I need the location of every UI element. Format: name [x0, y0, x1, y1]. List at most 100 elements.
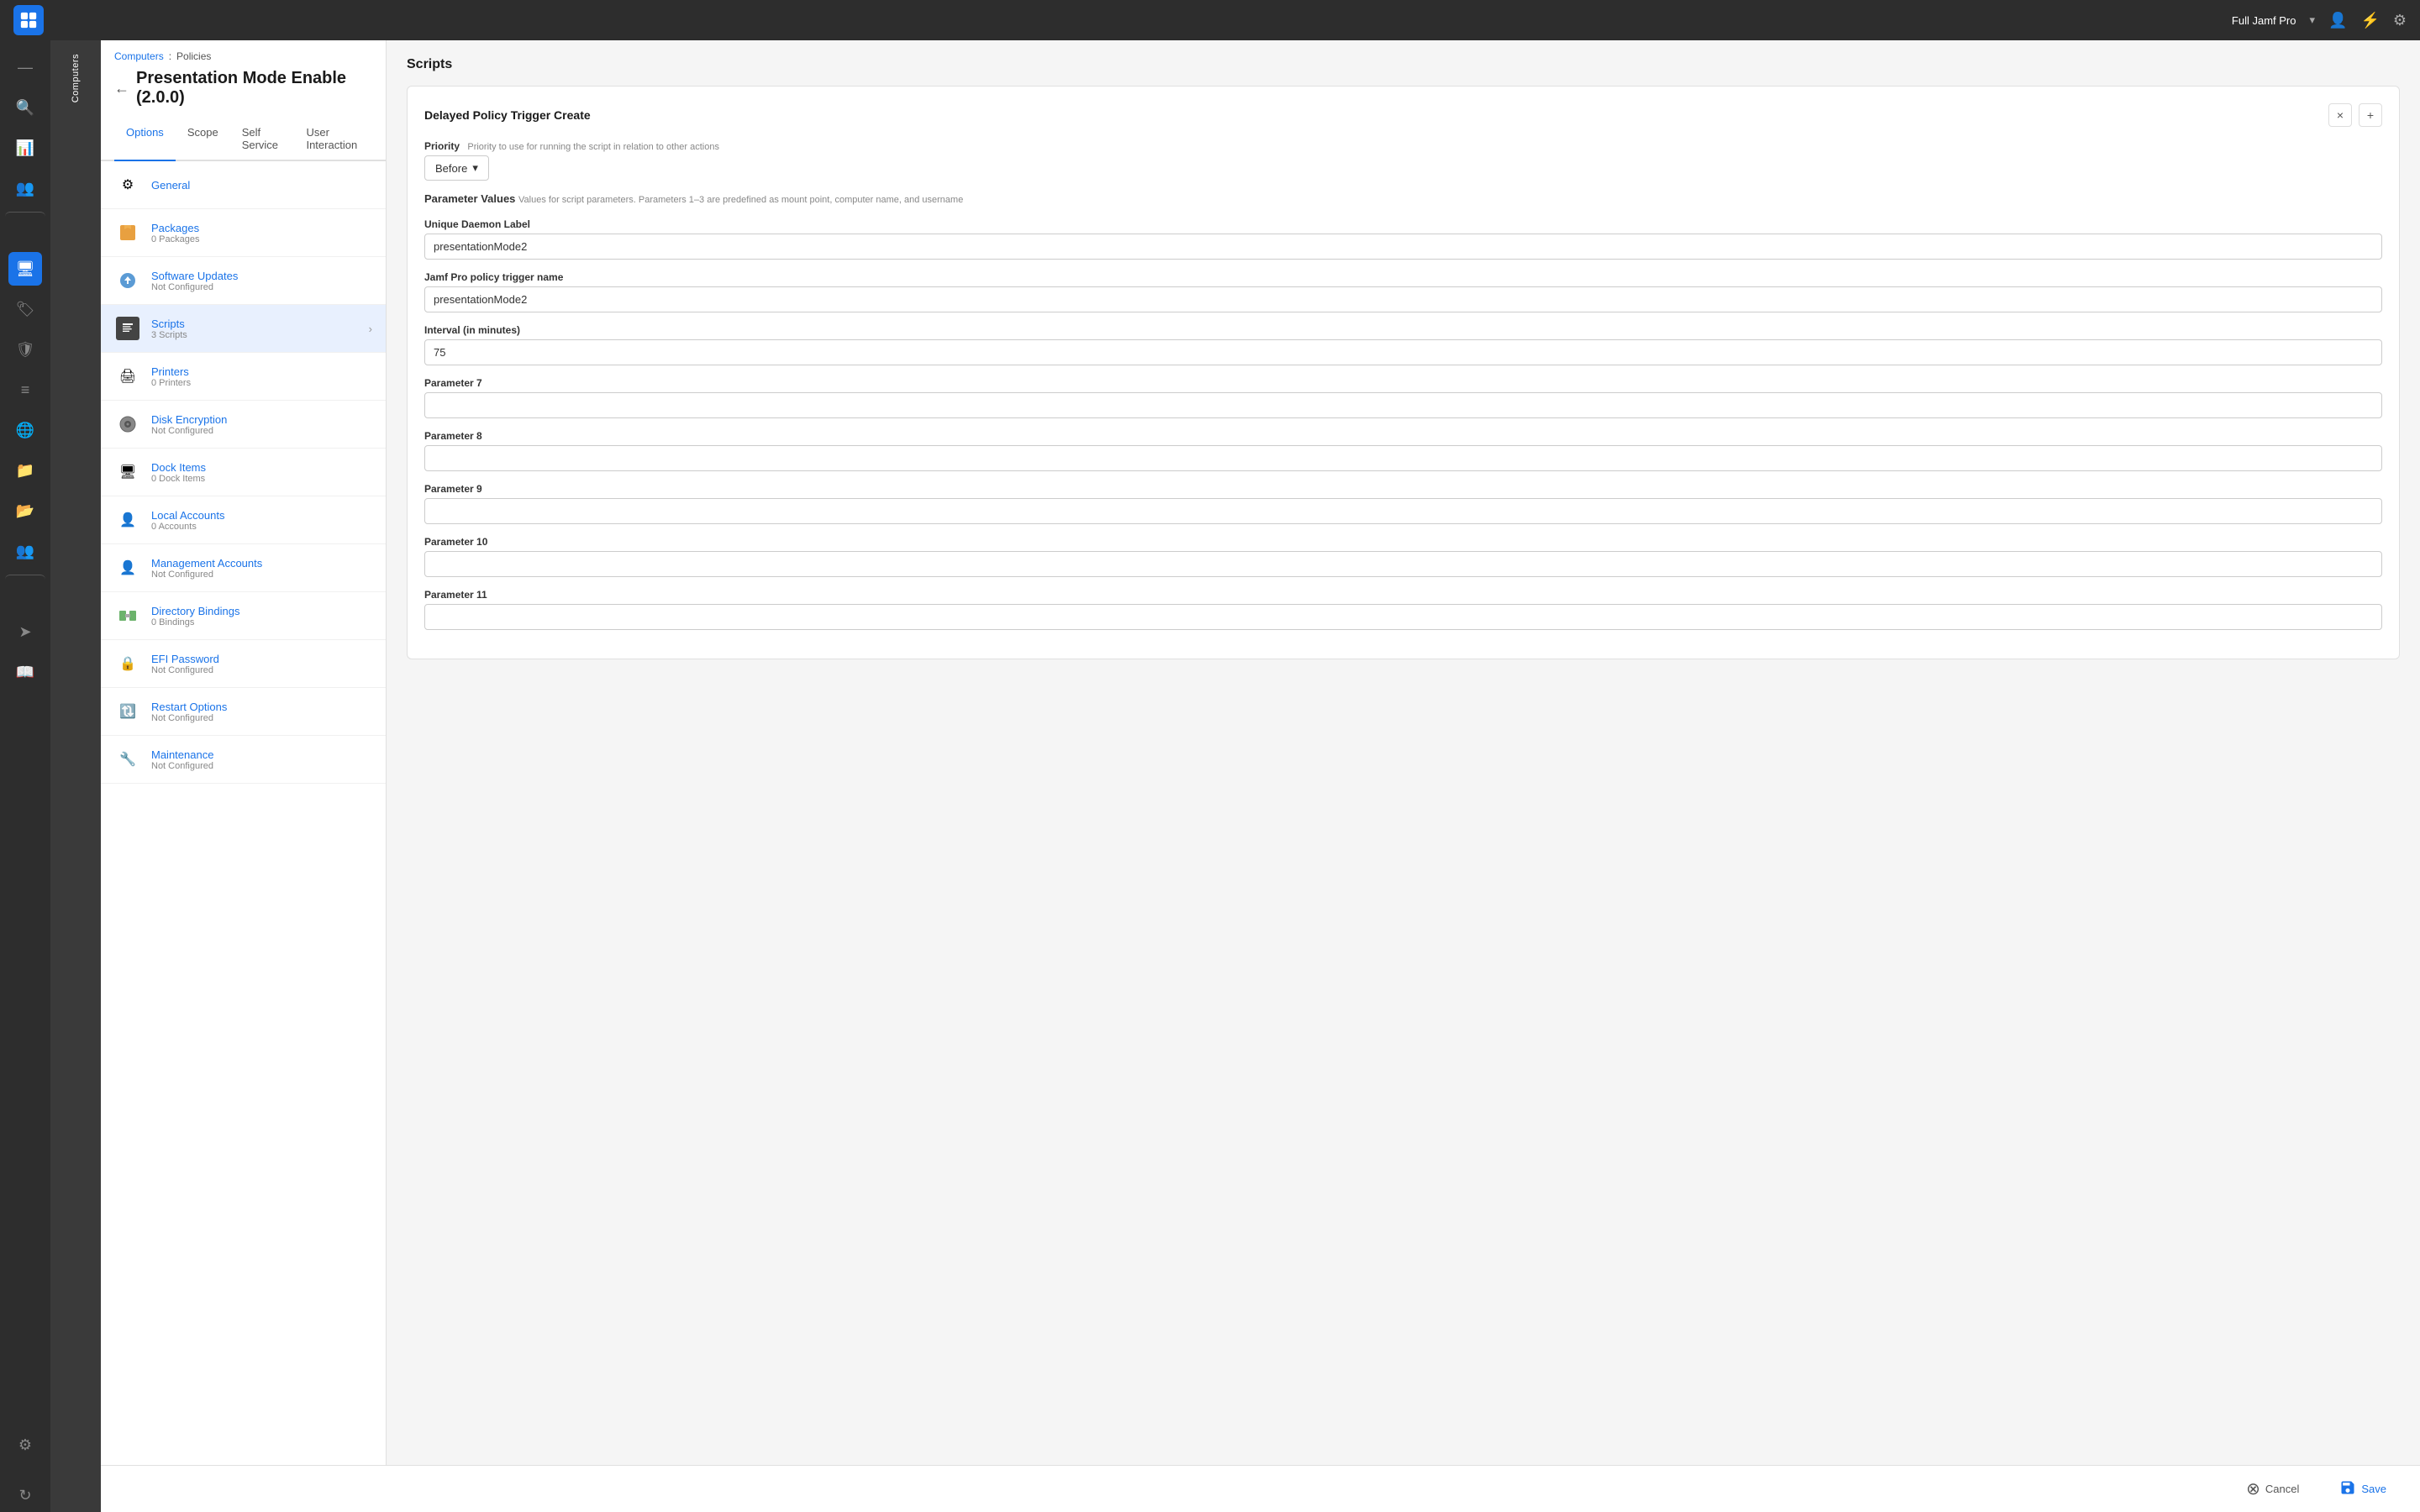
tab-options[interactable]: Options [114, 118, 176, 161]
rail-icon-folder[interactable]: 📁 [8, 454, 42, 487]
unique-daemon-label-group: Unique Daemon Label [424, 218, 2382, 260]
priority-chevron-icon: ▾ [472, 161, 478, 175]
rail-icon-globe[interactable]: 🌐 [8, 413, 42, 447]
param9-label: Parameter 9 [424, 483, 2382, 495]
maintenance-sub: Not Configured [151, 761, 372, 771]
cancel-button[interactable]: ⊗ Cancel [2233, 1472, 2312, 1506]
script-card-header: Delayed Policy Trigger Create × + [424, 103, 2382, 127]
scripts-arrow-icon: › [369, 323, 372, 335]
param9-group: Parameter 9 [424, 483, 2382, 524]
cancel-label: Cancel [2265, 1483, 2299, 1495]
rail-icon-divider2 [5, 575, 45, 608]
rail-icon-book[interactable]: 📖 [8, 655, 42, 689]
param11-input[interactable] [424, 604, 2382, 630]
user-icon[interactable]: 👤 [2328, 12, 2347, 29]
rail-icon-chart[interactable]: 📊 [8, 131, 42, 165]
dock-items-title: Dock Items [151, 461, 372, 474]
packages-sub: 0 Packages [151, 234, 372, 244]
sidebar-item-disk-encryption[interactable]: Disk Encryption Not Configured [101, 401, 386, 449]
breadcrumb-sep: : [169, 50, 171, 62]
scripts-sub: 3 Scripts [151, 330, 359, 340]
rail-icon-dash[interactable]: — [8, 50, 42, 84]
priority-field-group: Priority Priority to use for running the… [424, 140, 2382, 181]
rail-icon-folder2[interactable]: 📂 [8, 494, 42, 528]
param9-input[interactable] [424, 498, 2382, 524]
left-sidebar: Computers [50, 40, 101, 1512]
icon-rail: — 🔍 📊 👥 🖥 🏷 🛡 ≡ 🌐 📁 📂 👥 ➤ 📖 ⚙ ↻ [0, 40, 50, 1512]
app-name-dropdown-arrow[interactable]: ▾ [2309, 13, 2315, 27]
rail-icon-people[interactable]: 👥 [8, 534, 42, 568]
app-logo[interactable] [13, 5, 44, 35]
param10-input[interactable] [424, 551, 2382, 577]
disk-encryption-icon [114, 411, 141, 438]
disk-encryption-title: Disk Encryption [151, 413, 372, 426]
rail-icon-arrow[interactable]: ➤ [8, 615, 42, 648]
rail-icon-shield[interactable]: 🛡 [8, 333, 42, 366]
settings-icon[interactable]: ⚙ [2393, 12, 2407, 29]
directory-bindings-icon [114, 602, 141, 629]
management-accounts-sub: Not Configured [151, 570, 372, 580]
unique-daemon-label-label: Unique Daemon Label [424, 218, 2382, 230]
param8-group: Parameter 8 [424, 430, 2382, 471]
rail-icon-users[interactable]: 👥 [8, 171, 42, 205]
breadcrumb-parent-link[interactable]: Computers [114, 50, 164, 62]
page-title: ← Presentation Mode Enable (2.0.0) [114, 62, 372, 118]
param11-label: Parameter 11 [424, 589, 2382, 601]
save-label: Save [2361, 1483, 2386, 1495]
param7-input[interactable] [424, 392, 2382, 418]
param-section-label: Parameter Values [424, 192, 515, 205]
efi-password-icon: 🔒 [114, 650, 141, 677]
content-area: Scripts Delayed Policy Trigger Create × … [387, 40, 2420, 1512]
printers-sub: 0 Printers [151, 378, 372, 388]
param-section-hint: Values for script parameters. Parameters… [518, 195, 963, 205]
add-script-button[interactable]: + [2359, 103, 2382, 127]
sidebar-item-scripts[interactable]: Scripts 3 Scripts › [101, 305, 386, 353]
general-icon: ⚙ [114, 171, 141, 198]
script-card: Delayed Policy Trigger Create × + Priori… [407, 86, 2400, 659]
restart-options-sub: Not Configured [151, 713, 372, 723]
topbar-right: Full Jamf Pro ▾ 👤 ⚡ ⚙ [2232, 12, 2407, 29]
sidebar-item-printers[interactable]: 🖨 Printers 0 Printers [101, 353, 386, 401]
rail-icon-circle-arrow[interactable]: ↻ [8, 1478, 42, 1512]
save-button[interactable]: Save [2326, 1473, 2400, 1505]
param8-input[interactable] [424, 445, 2382, 471]
tab-self-service[interactable]: Self Service [230, 118, 295, 161]
maintenance-icon: 🔧 [114, 746, 141, 773]
packages-icon [114, 219, 141, 246]
rail-icon-computers[interactable]: 🖥 [8, 252, 42, 286]
scripts-icon [114, 315, 141, 342]
close-script-button[interactable]: × [2328, 103, 2352, 127]
cancel-circle-icon: ⊗ [2246, 1478, 2260, 1499]
sidebar-item-restart-options[interactable]: 🔃 Restart Options Not Configured [101, 688, 386, 736]
save-disk-icon [2339, 1479, 2356, 1499]
priority-dropdown[interactable]: Before ▾ [424, 155, 489, 181]
script-card-actions: × + [2328, 103, 2382, 127]
rail-icon-list[interactable]: ≡ [8, 373, 42, 407]
param10-label: Parameter 10 [424, 536, 2382, 548]
topbar: Full Jamf Pro ▾ 👤 ⚡ ⚙ [0, 0, 2420, 40]
jamf-trigger-input[interactable] [424, 286, 2382, 312]
interval-input[interactable] [424, 339, 2382, 365]
sidebar-item-directory-bindings[interactable]: Directory Bindings 0 Bindings [101, 592, 386, 640]
sidebar-item-general[interactable]: ⚙ General [101, 161, 386, 209]
tab-scope[interactable]: Scope [176, 118, 230, 161]
sidebar-item-management-accounts[interactable]: 👤 Management Accounts Not Configured [101, 544, 386, 592]
sidebar-item-local-accounts[interactable]: 👤 Local Accounts 0 Accounts [101, 496, 386, 544]
lightning-icon[interactable]: ⚡ [2360, 12, 2379, 29]
local-accounts-title: Local Accounts [151, 509, 372, 522]
tab-user-interaction[interactable]: User Interaction [294, 118, 372, 161]
app-name-label[interactable]: Full Jamf Pro [2232, 14, 2296, 27]
jamf-trigger-group: Jamf Pro policy trigger name [424, 271, 2382, 312]
sidebar-item-maintenance[interactable]: 🔧 Maintenance Not Configured [101, 736, 386, 784]
rail-icon-search[interactable]: 🔍 [8, 91, 42, 124]
interval-group: Interval (in minutes) [424, 324, 2382, 365]
sidebar-item-dock-items[interactable]: 🖥 Dock Items 0 Dock Items [101, 449, 386, 496]
rail-icon-tag[interactable]: 🏷 [8, 292, 42, 326]
sidebar-item-software-updates[interactable]: Software Updates Not Configured [101, 257, 386, 305]
param-values-section: Parameter Values Values for script param… [424, 192, 2382, 205]
back-button[interactable]: ← [114, 80, 129, 97]
rail-icon-settings-bottom[interactable]: ⚙ [8, 1428, 42, 1462]
sidebar-item-packages[interactable]: Packages 0 Packages [101, 209, 386, 257]
sidebar-item-efi-password[interactable]: 🔒 EFI Password Not Configured [101, 640, 386, 688]
unique-daemon-label-input[interactable] [424, 234, 2382, 260]
